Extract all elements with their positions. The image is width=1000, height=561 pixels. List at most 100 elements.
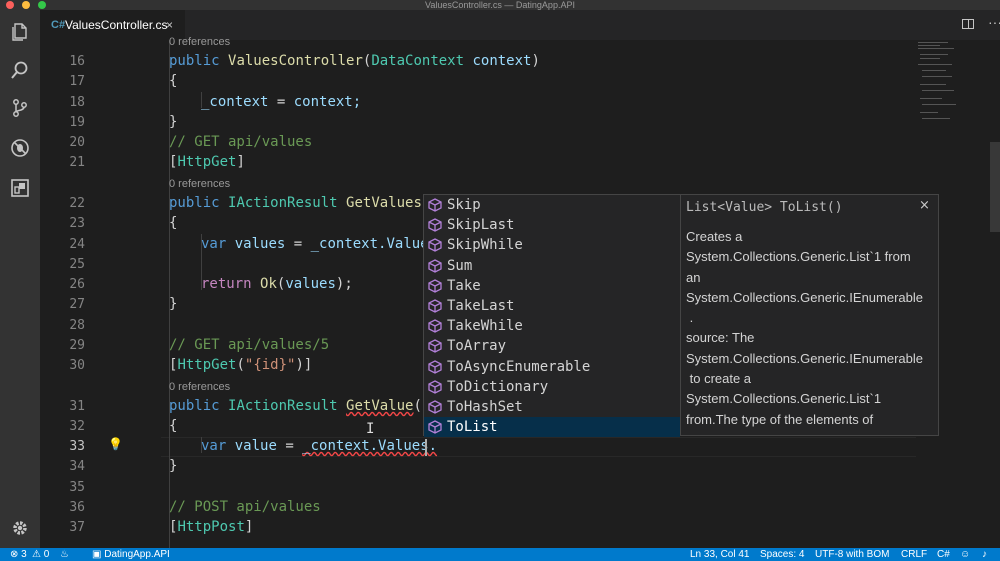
explorer-files-icon[interactable] — [10, 22, 30, 42]
suggestion-item[interactable]: SkipLast — [424, 215, 680, 235]
line-number: 32 — [69, 419, 85, 434]
codelens-references[interactable]: 0 references — [169, 178, 230, 190]
warnings-status[interactable]: ⚠ 0 — [32, 548, 49, 561]
doc-line: an — [686, 269, 701, 285]
source-control-icon[interactable] — [10, 98, 30, 118]
suggestion-item[interactable]: TakeWhile — [424, 316, 680, 336]
split-editor-icon[interactable] — [962, 19, 974, 29]
method-signature: List<Value> ToList() — [686, 200, 843, 215]
code-line-19: } — [169, 114, 178, 130]
tab-values-controller[interactable]: C# ValuesController.cs × — [40, 10, 185, 40]
cursor-position[interactable]: Ln 33, Col 41 — [690, 548, 750, 561]
folder-icon: ▣ — [92, 549, 102, 560]
line-number: 26 — [69, 277, 85, 292]
indentation-status[interactable]: Spaces: 4 — [760, 548, 804, 561]
suggestion-label: ToHashSet — [447, 399, 523, 415]
error-count: 3 — [21, 549, 27, 560]
line-number: 30 — [69, 358, 85, 373]
doc-line: to create a — [686, 371, 752, 387]
codelens-references[interactable]: 0 references — [169, 381, 230, 393]
code-line-16: public ValuesController(DataContext cont… — [169, 53, 540, 69]
code-editor[interactable]: 16 17 18 19 20 21 22 23 24 25 26 27 28 29 30 31 32 33 34 35… — [40, 36, 1000, 548]
method-cube-icon — [428, 420, 442, 434]
line-number: 33 — [69, 439, 85, 454]
line-number: 29 — [69, 338, 85, 353]
code-line-29: // GET api/values/5 — [169, 337, 330, 353]
suggestion-item[interactable]: ToHashSet — [424, 397, 680, 417]
suggestion-item[interactable]: ToDictionary — [424, 377, 680, 397]
notifications-bell-icon[interactable]: ♪ — [982, 548, 987, 561]
feedback-smiley-icon[interactable]: ☺ — [960, 548, 970, 561]
suggestion-label: Skip — [447, 197, 481, 213]
doc-line: . — [686, 310, 694, 326]
code-line-30: [HttpGet("{id}")] — [169, 357, 313, 373]
suggestion-label: TakeLast — [447, 298, 515, 314]
doc-line: source. — [686, 430, 938, 435]
activity-bar — [0, 10, 40, 548]
extensions-icon[interactable] — [10, 178, 30, 198]
code-line-32: { — [169, 418, 178, 434]
line-number: 20 — [69, 135, 85, 150]
details-close-icon[interactable]: × — [919, 198, 930, 213]
window-title: ValuesController.cs — DatingApp.API — [425, 0, 575, 10]
codelens-references[interactable]: 0 references — [169, 36, 230, 48]
minimize-window-dot[interactable] — [22, 1, 30, 9]
doc-line: System.Collections.Generic.IEnumerable — [686, 289, 923, 305]
suggestion-item[interactable]: TakeLast — [424, 296, 680, 316]
code-line-22: public IActionResult GetValues() — [169, 195, 439, 211]
search-icon[interactable] — [10, 60, 30, 80]
line-number: 27 — [69, 297, 85, 312]
lightbulb-quickfix-icon[interactable]: 💡 — [108, 437, 123, 451]
line-number: 24 — [69, 237, 85, 252]
flame-icon[interactable]: ♨ — [60, 548, 69, 561]
code-line-18: _context = context; — [201, 94, 362, 110]
code-line-17: { — [169, 73, 178, 89]
settings-gear-icon[interactable] — [10, 518, 30, 538]
suggestion-item[interactable]: Sum — [424, 256, 680, 276]
suggestion-item[interactable]: SkipWhile — [424, 235, 680, 255]
eol-status[interactable]: CRLF — [901, 548, 927, 561]
doc-line: System.Collections.Generic.IEnumerable — [686, 350, 923, 366]
suggestion-item[interactable]: Take — [424, 276, 680, 296]
line-number: 34 — [69, 459, 85, 474]
line-number: 25 — [69, 257, 85, 272]
suggestion-item[interactable]: ToArray — [424, 336, 680, 356]
line-number: 35 — [69, 480, 85, 495]
code-line-26: return Ok(values); — [201, 276, 353, 292]
close-window-dot[interactable] — [6, 1, 14, 9]
code-line-21: [HttpGet] — [169, 154, 245, 170]
suggestion-item[interactable]: Skip — [424, 195, 680, 215]
more-actions-icon[interactable]: ··· — [988, 14, 1000, 30]
suggestion-item[interactable]: ToAsyncEnumerable — [424, 357, 680, 377]
suggestion-label: ToDictionary — [447, 378, 549, 395]
code-line-23: { — [169, 215, 178, 231]
encoding-status[interactable]: UTF-8 with BOM — [815, 548, 889, 561]
method-cube-icon — [428, 238, 442, 253]
folder-status[interactable]: ▣ DatingApp.API — [92, 548, 170, 561]
errors-status[interactable]: ⊗ 3 — [10, 548, 27, 561]
suggestion-label: Sum — [447, 257, 473, 274]
code-line-37: [HttpPost] — [169, 519, 254, 535]
vertical-scrollbar[interactable] — [990, 142, 1000, 232]
method-cube-icon — [428, 279, 442, 293]
line-number: 22 — [69, 196, 85, 211]
method-cube-icon — [428, 319, 442, 333]
language-mode[interactable]: C# — [937, 548, 950, 561]
text-cursor — [425, 439, 427, 456]
line-number: 21 — [69, 155, 85, 170]
code-line-34: } — [169, 458, 178, 474]
method-cube-icon — [428, 359, 442, 374]
method-documentation: Creates a System.Collections.Generic.List… — [686, 227, 938, 435]
line-number: 28 — [69, 318, 85, 333]
doc-line: source: The — [686, 330, 755, 346]
code-line-31: public IActionResult GetValue() — [169, 398, 431, 414]
suggestion-details-panel: List<Value> ToList() × Creates a System.C… — [681, 194, 939, 436]
maximize-window-dot[interactable] — [38, 1, 46, 9]
line-number: 37 — [69, 520, 85, 535]
autocomplete-suggestions[interactable]: Skip SkipLast SkipWhile Sum Take TakeLast Take… — [423, 194, 681, 438]
suggestion-item[interactable]: ToList — [424, 417, 680, 438]
doc-line: Creates a — [686, 229, 743, 244]
line-number: 17 — [69, 74, 85, 89]
minimap[interactable] — [916, 40, 976, 130]
debug-icon[interactable] — [10, 138, 30, 158]
